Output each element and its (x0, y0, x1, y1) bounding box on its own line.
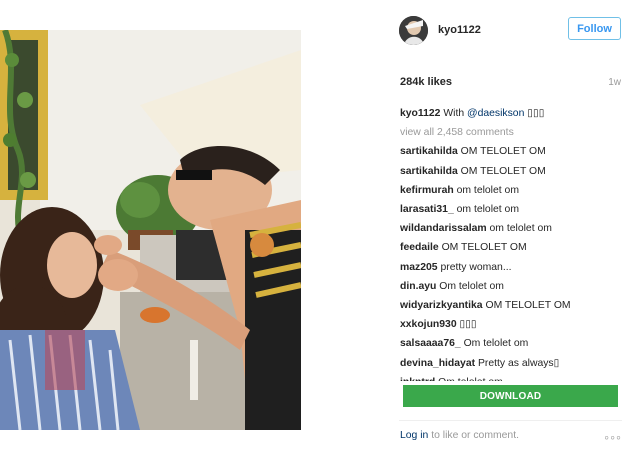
comment-row: devina_hidayat Pretty as always▯ (400, 354, 622, 373)
comment-text: om telolet om (456, 184, 519, 196)
comment-text: Om telolet om (439, 280, 504, 292)
comment-text: OM TELOLET OM (441, 242, 527, 254)
footer-prompt: Log in to like or comment. (400, 430, 519, 441)
ellipsis-icon[interactable]: ◦◦◦ (604, 429, 622, 445)
post-photo[interactable] (0, 30, 301, 430)
comment-username[interactable]: sartikahilda (400, 166, 458, 177)
likes-count[interactable]: 284k likes (400, 76, 452, 88)
comment-text: ▯▯▯ (459, 319, 477, 331)
comment-text: om telolet om (489, 223, 552, 235)
caption: kyo1122 With @daesikson ▯▯▯ (400, 104, 622, 123)
comment-row: maz205 pretty woman... (400, 258, 622, 277)
post-header: kyo1122 Follow (399, 16, 624, 46)
post-username[interactable]: kyo1122 (438, 24, 481, 36)
comment-text: OM TELOLET OM (460, 165, 546, 177)
download-button[interactable]: DOWNLOAD (403, 385, 618, 407)
comment-row: wildandarissalam om telolet om (400, 219, 622, 238)
view-all-comments-link[interactable]: view all 2,458 comments (400, 123, 622, 142)
comment-row: larasati31_ om telolet om (400, 200, 622, 219)
comment-username[interactable]: sartikahilda (400, 146, 458, 157)
comment-row: widyarizkyantika OM TELOLET OM (400, 296, 622, 315)
caption-emoji: ▯▯▯ (527, 108, 545, 119)
comment-row: xxkojun930 ▯▯▯ (400, 315, 622, 334)
post-time[interactable]: 1w (608, 77, 621, 88)
comment-text: Pretty as always▯ (477, 357, 560, 369)
comment-username[interactable]: xxkojun930 (400, 319, 457, 330)
caption-username[interactable]: kyo1122 (400, 108, 440, 119)
avatar-image (399, 16, 428, 45)
comment-username[interactable]: kefirmurah (400, 185, 454, 196)
caption-text: With (443, 108, 465, 119)
comment-username[interactable]: inkntrd (400, 377, 435, 381)
comment-username[interactable]: larasati31_ (400, 204, 454, 215)
comment-row: kefirmurah om telolet om (400, 181, 622, 200)
avatar[interactable] (399, 16, 428, 45)
comment-username[interactable]: salsaaaa76_ (400, 338, 461, 349)
post-image (0, 30, 301, 430)
comment-row: sartikahilda OM TELOLET OM (400, 142, 622, 161)
comment-username[interactable]: feedaile (400, 242, 439, 253)
follow-button[interactable]: Follow (568, 17, 621, 40)
comment-username[interactable]: wildandarissalam (400, 223, 487, 234)
footer-text: to like or comment. (431, 430, 519, 441)
comment-username[interactable]: din.ayu (400, 281, 436, 292)
comment-text: pretty woman... (440, 261, 512, 273)
comment-row: din.ayu Om telolet om (400, 277, 622, 296)
comment-text: om telolet om (456, 204, 519, 216)
login-link[interactable]: Log in (400, 430, 428, 441)
comment-username[interactable]: devina_hidayat (400, 358, 475, 369)
comments-list[interactable]: kyo1122 With @daesikson ▯▯▯ view all 2,4… (400, 104, 622, 381)
comment-text: OM TELOLET OM (485, 300, 571, 312)
caption-mention[interactable]: @daesikson (467, 108, 524, 119)
comment-row: inkntrd Om telolet om (400, 373, 622, 381)
comment-row: sartikahilda OM TELOLET OM (400, 162, 622, 181)
comment-username[interactable]: maz205 (400, 262, 438, 273)
comment-username[interactable]: widyarizkyantika (400, 300, 483, 311)
comment-text: Om telolet om (438, 377, 503, 381)
comment-text: Om telolet om (463, 338, 529, 350)
comment-row: feedaile OM TELOLET OM (400, 238, 622, 257)
comment-row: salsaaaa76_ Om telolet om (400, 334, 622, 353)
comment-text: OM TELOLET OM (460, 146, 546, 158)
divider (399, 420, 622, 421)
